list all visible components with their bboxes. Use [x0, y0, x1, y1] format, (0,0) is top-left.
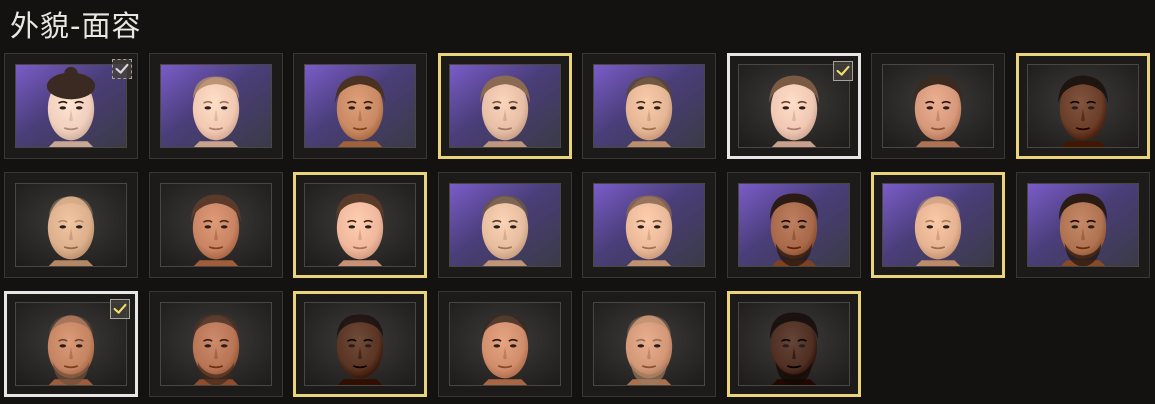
- face-option-9[interactable]: [4, 172, 138, 278]
- face-portrait: [449, 64, 561, 148]
- face-option-13[interactable]: [582, 172, 716, 278]
- face-option-3[interactable]: [293, 53, 427, 159]
- face-portrait: [304, 64, 416, 148]
- face-option-18[interactable]: [149, 291, 283, 397]
- checkmark-icon: [110, 299, 130, 319]
- face-option-20[interactable]: [438, 291, 572, 397]
- face-portrait: [738, 183, 850, 267]
- face-option-15[interactable]: [871, 172, 1005, 278]
- face-portrait: [160, 64, 272, 148]
- face-option-21[interactable]: [582, 291, 716, 397]
- face-option-16[interactable]: [1016, 172, 1150, 278]
- checkmark-icon: [833, 61, 853, 81]
- face-portrait: [1027, 183, 1139, 267]
- face-option-19[interactable]: [293, 291, 427, 397]
- face-option-22[interactable]: [727, 291, 861, 397]
- page-title: 外貌-面容: [10, 9, 142, 43]
- face-portrait: [160, 302, 272, 386]
- face-option-10[interactable]: [149, 172, 283, 278]
- face-option-11[interactable]: [293, 172, 427, 278]
- face-portrait: [304, 183, 416, 267]
- face-grid: [4, 53, 1152, 401]
- face-portrait: [160, 183, 272, 267]
- face-portrait: [1027, 64, 1139, 148]
- face-portrait: [15, 183, 127, 267]
- checkmark-icon: [112, 59, 132, 79]
- face-option-12[interactable]: [438, 172, 572, 278]
- face-option-2[interactable]: [149, 53, 283, 159]
- face-option-5[interactable]: [582, 53, 716, 159]
- face-option-14[interactable]: [727, 172, 861, 278]
- face-portrait: [449, 302, 561, 386]
- face-option-4[interactable]: [438, 53, 572, 159]
- face-portrait: [593, 183, 705, 267]
- face-portrait: [304, 302, 416, 386]
- face-portrait: [15, 64, 127, 148]
- face-option-8[interactable]: [1016, 53, 1150, 159]
- face-option-6[interactable]: [727, 53, 861, 159]
- face-portrait: [449, 183, 561, 267]
- face-option-7[interactable]: [871, 53, 1005, 159]
- face-portrait: [738, 302, 850, 386]
- face-portrait: [593, 64, 705, 148]
- face-portrait: [593, 302, 705, 386]
- face-portrait: [882, 183, 994, 267]
- face-portrait: [882, 64, 994, 148]
- face-option-1[interactable]: [4, 53, 138, 159]
- face-option-17[interactable]: [4, 291, 138, 397]
